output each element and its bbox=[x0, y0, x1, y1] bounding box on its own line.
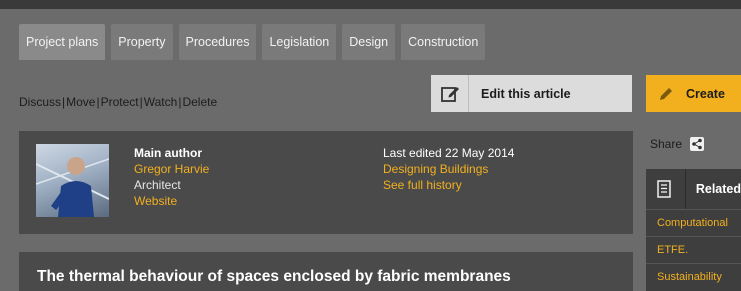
related-header: Related bbox=[646, 169, 741, 209]
top-bar bbox=[0, 0, 741, 9]
discuss-link[interactable]: Discuss bbox=[19, 95, 61, 109]
separator: | bbox=[62, 95, 66, 109]
related-item-etfe[interactable]: ETFE. bbox=[646, 236, 741, 263]
separator: | bbox=[178, 95, 182, 109]
delete-link[interactable]: Delete bbox=[182, 95, 217, 109]
create-label: Create bbox=[686, 86, 725, 101]
tab-legislation[interactable]: Legislation bbox=[262, 24, 337, 60]
tab-property[interactable]: Property bbox=[111, 24, 173, 60]
watch-link[interactable]: Watch bbox=[144, 95, 178, 109]
author-website-link[interactable]: Website bbox=[134, 194, 177, 208]
author-panel: Main author Gregor Harvie Architect Webs… bbox=[19, 131, 633, 234]
edit-icon bbox=[431, 75, 469, 112]
author-name-link[interactable]: Gregor Harvie bbox=[134, 162, 209, 176]
main-author-label: Main author bbox=[134, 146, 202, 160]
edited-by-link[interactable]: Designing Buildings bbox=[383, 162, 488, 176]
create-button[interactable]: Create bbox=[646, 75, 741, 112]
share-icon[interactable] bbox=[690, 137, 705, 151]
share-section: Share bbox=[650, 137, 705, 151]
article-title: The thermal behaviour of spaces enclosed… bbox=[37, 268, 511, 285]
article-actions: Discuss | Move | Protect | Watch | Delete bbox=[19, 95, 217, 109]
related-label: Related bbox=[695, 182, 741, 196]
edit-article-button[interactable]: Edit this article bbox=[431, 75, 632, 112]
related-item-sustainability[interactable]: Sustainability bbox=[646, 263, 741, 290]
author-role: Architect bbox=[134, 178, 181, 192]
pencil-icon bbox=[646, 75, 686, 112]
related-list: Computational ETFE. Sustainability bbox=[646, 209, 741, 291]
tab-construction[interactable]: Construction bbox=[401, 24, 486, 60]
article-panel: The thermal behaviour of spaces enclosed… bbox=[19, 252, 633, 291]
document-icon bbox=[646, 169, 686, 209]
tab-design[interactable]: Design bbox=[342, 24, 396, 60]
related-item-computational[interactable]: Computational bbox=[646, 209, 741, 236]
protect-link[interactable]: Protect bbox=[101, 95, 139, 109]
tab-procedures[interactable]: Procedures bbox=[178, 24, 257, 60]
separator: | bbox=[139, 95, 143, 109]
tab-project-plans[interactable]: Project plans bbox=[19, 24, 106, 60]
full-history-link[interactable]: See full history bbox=[383, 178, 462, 192]
author-avatar bbox=[36, 144, 109, 217]
separator: | bbox=[96, 95, 100, 109]
share-label: Share bbox=[650, 137, 683, 151]
category-tabs: Project plans Property Procedures Legisl… bbox=[19, 24, 491, 60]
move-link[interactable]: Move bbox=[66, 95, 95, 109]
last-edited: Last edited 22 May 2014 bbox=[383, 146, 515, 160]
edit-article-label: Edit this article bbox=[481, 86, 571, 101]
tab-strip bbox=[0, 60, 741, 70]
